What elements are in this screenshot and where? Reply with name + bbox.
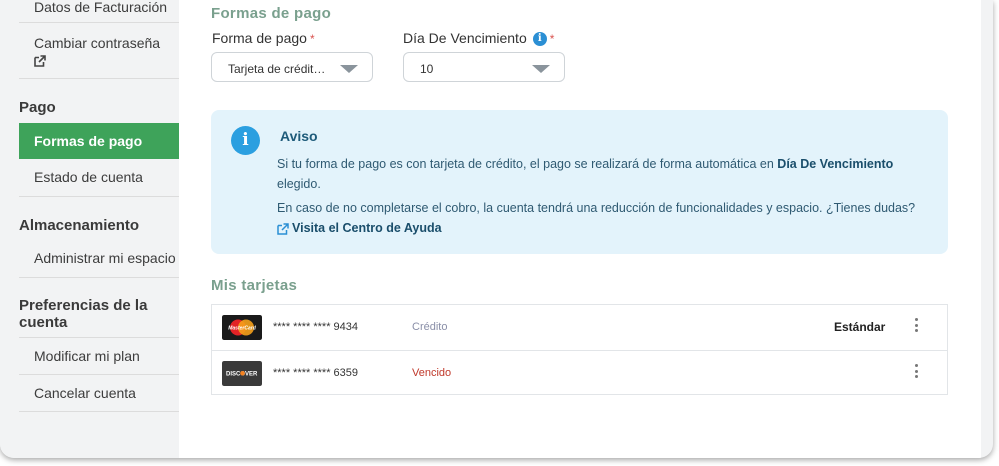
sidebar-item-label: Cambiar contraseña bbox=[34, 35, 161, 51]
more-options-icon[interactable] bbox=[912, 318, 920, 336]
due-day-value: 10 bbox=[420, 62, 434, 76]
sidebar-item-change-password[interactable]: Cambiar contraseña bbox=[19, 24, 179, 79]
notice-box: i Aviso Si tu forma de pago es con tarje… bbox=[211, 110, 948, 254]
sidebar-item-label: Administrar mi espacio bbox=[34, 250, 176, 266]
card-number: **** **** **** 9434 bbox=[273, 321, 359, 333]
more-options-icon[interactable] bbox=[912, 364, 920, 382]
cards-list: MasterCard **** **** **** 9434 Crédito E… bbox=[211, 304, 948, 395]
sidebar-group-account-preferences: Preferencias de la cuenta bbox=[19, 297, 148, 331]
sidebar-item-account-statement[interactable]: Estado de cuenta bbox=[19, 159, 179, 197]
notice-text: En caso de no completarse el cobro, la c… bbox=[277, 201, 916, 215]
section-title-payment-methods: Formas de pago bbox=[211, 5, 332, 22]
discover-logo: DISCOVER bbox=[222, 361, 262, 386]
sidebar-item-label: Cancelar cuenta bbox=[34, 385, 136, 401]
external-link-icon bbox=[277, 222, 289, 235]
sidebar-item-label: Modificar mi plan bbox=[34, 348, 140, 364]
required-mark: * bbox=[309, 32, 315, 46]
card-row: DISCOVER **** **** **** 6359 Vencido bbox=[212, 350, 947, 396]
app-window: Datos de Facturación Cambiar contraseña … bbox=[0, 0, 993, 458]
sidebar-group-storage: Almacenamiento bbox=[19, 217, 140, 234]
sidebar-group-payment: Pago bbox=[19, 99, 56, 116]
notice-emphasis: Día De Vencimiento bbox=[777, 157, 894, 171]
payment-method-select[interactable]: Tarjeta de crédit… bbox=[211, 52, 373, 82]
due-day-label: Día De Vencimiento i * bbox=[403, 30, 555, 47]
due-day-label-text: Día De Vencimiento bbox=[403, 30, 527, 46]
main-content: Formas de pago Forma de pago * Tarjeta de… bbox=[179, 0, 981, 458]
section-title-my-cards: Mis tarjetas bbox=[211, 277, 298, 294]
help-center-link[interactable]: Visita el Centro de Ayuda bbox=[277, 221, 442, 235]
sidebar-item-manage-space[interactable]: Administrar mi espacio bbox=[19, 240, 179, 278]
card-type: Crédito bbox=[412, 321, 448, 333]
sidebar-item-label: Estado de cuenta bbox=[34, 169, 143, 185]
sidebar-item-billing-data[interactable]: Datos de Facturación bbox=[19, 0, 179, 23]
default-card-badge: Estándar bbox=[834, 320, 886, 334]
chevron-down-icon bbox=[340, 65, 358, 73]
help-center-link-text: Visita el Centro de Ayuda bbox=[292, 221, 442, 235]
card-number: **** **** **** 6359 bbox=[273, 367, 359, 379]
payment-method-label-text: Forma de pago bbox=[212, 30, 307, 46]
required-mark: * bbox=[549, 32, 555, 46]
notice-paragraph-2: En caso de no completarse el cobro, la c… bbox=[277, 198, 917, 238]
sidebar-item-modify-plan[interactable]: Modificar mi plan bbox=[19, 337, 179, 375]
sidebar-item-label: Datos de Facturación bbox=[34, 0, 168, 15]
sidebar: Datos de Facturación Cambiar contraseña … bbox=[0, 0, 179, 458]
mastercard-logo: MasterCard bbox=[222, 315, 262, 340]
notice-paragraph-1: Si tu forma de pago es con tarjeta de cr… bbox=[277, 154, 917, 194]
notice-text: elegido. bbox=[277, 177, 321, 191]
notice-title: Aviso bbox=[280, 128, 318, 144]
info-circle-icon: i bbox=[231, 126, 260, 155]
mastercard-wordmark: MasterCard bbox=[228, 326, 256, 332]
card-type: Vencido bbox=[412, 367, 452, 379]
card-row: MasterCard **** **** **** 9434 Crédito E… bbox=[212, 305, 947, 350]
payment-method-value: Tarjeta de crédit… bbox=[228, 62, 326, 76]
notice-text: Si tu forma de pago es con tarjeta de cr… bbox=[277, 157, 778, 171]
sidebar-item-cancel-account[interactable]: Cancelar cuenta bbox=[19, 375, 179, 412]
external-link-icon bbox=[34, 55, 46, 68]
payment-method-label: Forma de pago * bbox=[212, 30, 315, 46]
chevron-down-icon bbox=[532, 65, 550, 73]
due-day-select[interactable]: 10 bbox=[403, 52, 565, 82]
sidebar-item-label: Formas de pago bbox=[34, 133, 143, 149]
sidebar-item-payment-methods[interactable]: Formas de pago bbox=[19, 123, 179, 159]
info-icon[interactable]: i bbox=[532, 32, 547, 47]
